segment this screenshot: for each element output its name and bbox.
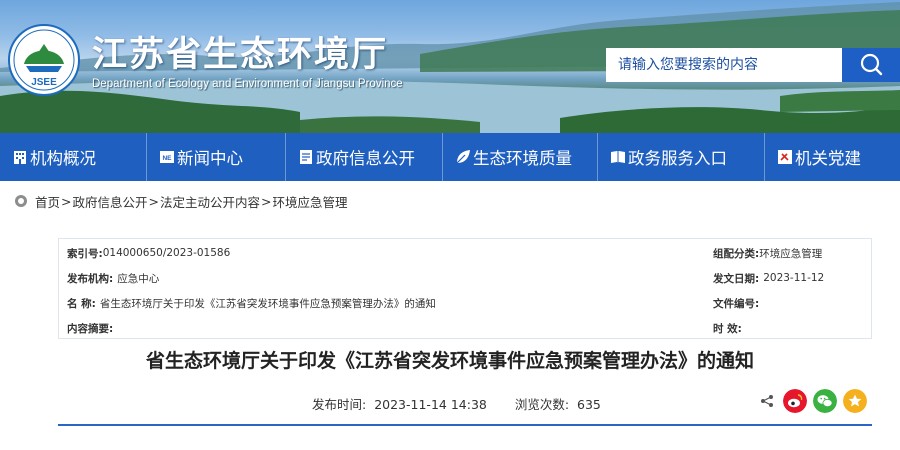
weibo-icon[interactable] xyxy=(783,389,807,413)
info-label: 内容摘要: xyxy=(67,322,114,335)
views-label: 浏览次数: xyxy=(514,397,570,412)
info-value: 环境应急管理 xyxy=(759,247,823,260)
nav-label: 生态环境质量 xyxy=(473,149,572,168)
search-icon xyxy=(860,53,883,76)
info-category: 组配分类: 环境应急管理 xyxy=(713,246,822,260)
nav-label: 机构概况 xyxy=(30,149,96,168)
header-banner: JSEE 江苏省生态环境厅 Department of Ecology and … xyxy=(0,0,900,133)
nav-item-party-building[interactable]: 机关党建 xyxy=(765,133,899,181)
main-nav: 机构概况 NE 新闻中心 政府信息公开 生态环境质量 政务服务入口 机关党建 xyxy=(0,133,900,181)
nav-item-news[interactable]: NE 新闻中心 xyxy=(147,133,285,181)
info-value: 省生态环境厅关于印发《江苏省突发环境事件应急预案管理办法》的通知 xyxy=(99,297,436,310)
info-value: 014000650/2023-01586 xyxy=(102,247,231,259)
info-label: 发布机构: xyxy=(67,272,114,285)
search-button[interactable] xyxy=(842,48,900,82)
views-count: 635 xyxy=(577,397,601,412)
info-label: 名 称: xyxy=(67,297,96,310)
svg-text:JSEE: JSEE xyxy=(31,77,57,88)
info-date: 发文日期: 2023-11-12 xyxy=(713,271,824,285)
breadcrumb-item-statutory[interactable]: 法定主动公开内容 xyxy=(160,192,260,211)
favorite-star-icon[interactable] xyxy=(843,389,867,413)
site-title: 江苏省生态环境厅 xyxy=(92,34,389,75)
book-icon xyxy=(611,151,625,163)
nav-label: 政府信息公开 xyxy=(316,149,415,168)
site-logo[interactable]: JSEE xyxy=(6,22,82,98)
breadcrumb-separator: > xyxy=(61,193,72,209)
info-label: 组配分类: xyxy=(713,247,760,260)
info-label: 索引号: xyxy=(67,247,103,260)
publish-time: 2023-11-14 14:38 xyxy=(374,397,487,412)
search-input[interactable] xyxy=(606,48,842,82)
info-label: 时 效: xyxy=(713,322,742,335)
nav-item-gov-info[interactable]: 政府信息公开 xyxy=(286,133,442,181)
article-meta: 发布时间: 2023-11-14 14:38 浏览次数: 635 xyxy=(312,394,605,413)
news-icon: NE xyxy=(160,151,174,163)
wechat-icon[interactable] xyxy=(813,389,837,413)
info-value: 2023-11-12 xyxy=(763,272,825,284)
breadcrumb-item-home[interactable]: 首页 xyxy=(35,192,60,211)
breadcrumb-item-emergency[interactable]: 环境应急管理 xyxy=(273,192,348,211)
info-name: 名 称: 省生态环境厅关于印发《江苏省突发环境事件应急预案管理办法》的通知 xyxy=(67,296,436,310)
info-label: 发文日期: xyxy=(713,272,760,285)
info-value: 应急中心 xyxy=(117,272,160,285)
article-title: 省生态环境厅关于印发《江苏省突发环境事件应急预案管理办法》的通知 xyxy=(145,350,754,372)
breadcrumb-item-gov-info[interactable]: 政府信息公开 xyxy=(73,192,148,211)
svg-text:NE: NE xyxy=(162,155,172,162)
building-icon xyxy=(14,151,26,164)
breadcrumb-separator: > xyxy=(261,193,272,209)
info-summary: 内容摘要: xyxy=(67,321,113,335)
nav-item-eco-quality[interactable]: 生态环境质量 xyxy=(443,133,597,181)
nav-item-gov-services[interactable]: 政务服务入口 xyxy=(598,133,764,181)
title-divider xyxy=(58,424,872,426)
document-icon xyxy=(300,150,312,164)
party-emblem-icon xyxy=(778,150,792,164)
location-icon xyxy=(15,195,27,207)
document-info-panel: 索引号: 014000650/2023-01586 组配分类: 环境应急管理 发… xyxy=(58,238,872,339)
breadcrumb: 首页 > 政府信息公开 > 法定主动公开内容 > 环境应急管理 xyxy=(15,192,348,210)
nav-item-organization[interactable]: 机构概况 xyxy=(0,133,146,181)
site-subtitle: Department of Ecology and Environment of… xyxy=(92,78,403,90)
nav-label: 新闻中心 xyxy=(177,149,243,168)
leaf-icon xyxy=(456,150,470,164)
info-label: 文件编号: xyxy=(713,297,760,310)
breadcrumb-separator: > xyxy=(148,193,159,209)
info-index: 索引号: 014000650/2023-01586 xyxy=(67,246,230,260)
info-validity: 时 效: xyxy=(713,321,742,335)
publish-label: 发布时间: xyxy=(312,397,367,412)
share-icon[interactable] xyxy=(760,394,774,408)
nav-label: 政务服务入口 xyxy=(628,149,727,168)
nav-label: 机关党建 xyxy=(795,149,861,168)
info-issuer: 发布机构: 应急中心 xyxy=(67,271,159,285)
info-docno: 文件编号: xyxy=(713,296,759,310)
